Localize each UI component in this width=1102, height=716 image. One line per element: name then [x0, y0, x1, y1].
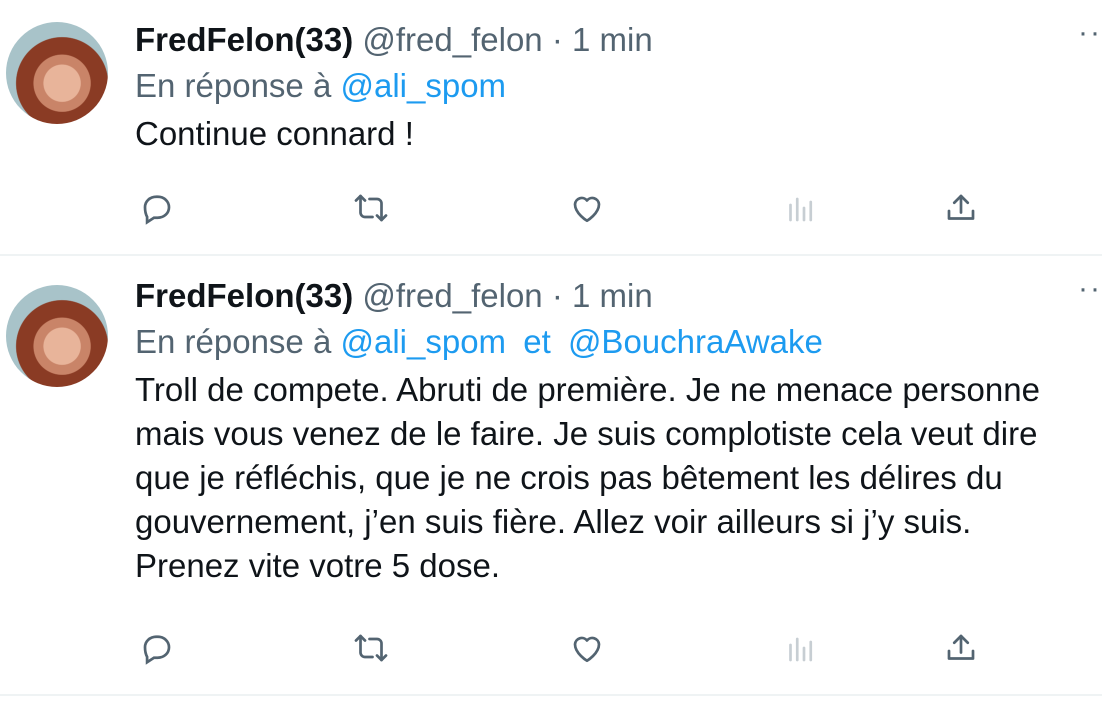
- share-button[interactable]: [939, 186, 983, 230]
- tweet[interactable]: FredFelon(33) @fred_felon · 1 min En rép…: [0, 256, 1102, 696]
- author-name[interactable]: FredFelon(33): [135, 277, 353, 314]
- tweet-text: Troll de compete. Abruti de première. Je…: [135, 371, 1040, 584]
- views-button[interactable]: [779, 626, 823, 670]
- views-icon: [789, 197, 813, 222]
- reply-context: En réponse à @ali_spom et @BouchraAwake: [135, 318, 1082, 366]
- reply-prefix: En réponse à: [135, 67, 332, 104]
- like-icon: [573, 196, 601, 223]
- retweet-icon: [354, 194, 388, 222]
- author-handle[interactable]: @fred_felon: [362, 277, 542, 314]
- mention-link[interactable]: @BouchraAwake: [568, 323, 823, 360]
- more-options-icon[interactable]: ··: [1078, 272, 1102, 306]
- more-options-icon[interactable]: ··: [1078, 16, 1102, 50]
- retweet-button[interactable]: [349, 626, 393, 670]
- tweet-content: FredFelon(33) @fred_felon · 1 min En rép…: [135, 274, 1082, 588]
- timestamp[interactable]: 1 min: [572, 277, 653, 314]
- tweet-actions: [135, 626, 995, 670]
- avatar[interactable]: [6, 285, 108, 387]
- reply-prefix: En réponse à: [135, 323, 332, 360]
- like-button[interactable]: [565, 186, 609, 230]
- views-icon: [789, 637, 813, 662]
- mention-joiner: et: [523, 323, 551, 360]
- tweet-text: Continue connard !: [135, 115, 414, 152]
- share-icon: [947, 194, 975, 220]
- tweet-actions: [135, 186, 995, 230]
- retweet-icon: [354, 634, 388, 662]
- share-icon: [947, 634, 975, 660]
- timestamp[interactable]: 1 min: [572, 21, 653, 58]
- separator: ·: [551, 21, 563, 58]
- reply-button[interactable]: [135, 626, 179, 670]
- author-name[interactable]: FredFelon(33): [135, 21, 353, 58]
- separator: ·: [551, 277, 563, 314]
- tweet-header: FredFelon(33) @fred_felon · 1 min: [135, 18, 1082, 62]
- reply-icon: [143, 635, 171, 665]
- share-button[interactable]: [939, 626, 983, 670]
- mention-link[interactable]: @ali_spom: [340, 323, 506, 360]
- avatar[interactable]: [6, 22, 108, 124]
- like-button[interactable]: [565, 626, 609, 670]
- retweet-button[interactable]: [349, 186, 393, 230]
- author-handle[interactable]: @fred_felon: [362, 21, 542, 58]
- like-icon: [573, 636, 601, 663]
- mention-link[interactable]: @ali_spom: [340, 67, 506, 104]
- views-button[interactable]: [779, 186, 823, 230]
- reply-icon: [143, 195, 171, 225]
- tweet[interactable]: FredFelon(33) @fred_felon · 1 min En rép…: [0, 0, 1102, 256]
- tweet-content: FredFelon(33) @fred_felon · 1 min En rép…: [135, 18, 1082, 156]
- reply-context: En réponse à @ali_spom: [135, 62, 1082, 110]
- reply-button[interactable]: [135, 186, 179, 230]
- tweet-header: FredFelon(33) @fred_felon · 1 min: [135, 274, 1082, 318]
